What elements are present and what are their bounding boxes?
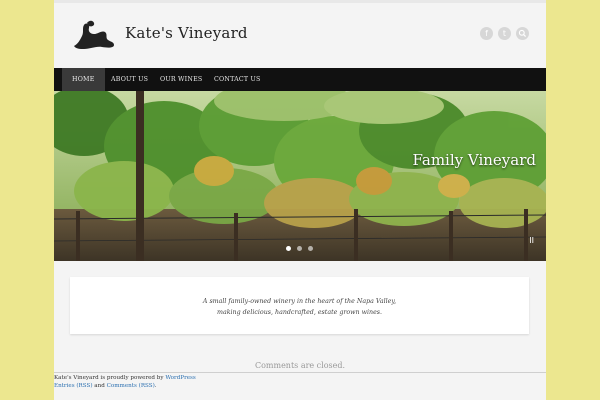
slide-dot-3[interactable] (308, 246, 313, 251)
slide-caption: Family Vineyard (412, 151, 537, 169)
facebook-icon[interactable]: f (480, 27, 493, 40)
footer-line-1: Kate's Vineyard is proudly powered by Wo… (54, 374, 196, 382)
pause-icon[interactable]: II (529, 236, 534, 245)
comments-closed-text: Comments are closed. (254, 361, 346, 370)
nav-home[interactable]: HOME (62, 68, 105, 91)
site-footer: Kate's Vineyard is proudly powered by Wo… (54, 374, 196, 390)
slide-dot-2[interactable] (297, 246, 302, 251)
vineyard-photo (54, 91, 546, 261)
site-logo[interactable] (72, 18, 116, 52)
intro-line-1: A small family-owned winery in the heart… (202, 298, 397, 305)
entries-rss-link[interactable]: Entries (RSS) (54, 383, 93, 389)
slide-dot-1[interactable] (286, 246, 291, 251)
reclining-figure-icon (74, 20, 114, 49)
wordpress-link[interactable]: WordPress (165, 375, 195, 381)
intro-box: A small family-owned winery in the heart… (70, 277, 529, 334)
page-container: Kate's Vineyard f t HOME ABOUT US OUR WI… (54, 0, 546, 400)
footer-line-2: Entries (RSS) and Comments (RSS). (54, 382, 196, 390)
and-text: and (92, 383, 107, 389)
powered-by-text: Kate's Vineyard is proudly powered by (54, 375, 166, 381)
period-text: . (154, 383, 157, 389)
site-title[interactable]: Kate's Vineyard (125, 24, 248, 42)
hero-slider[interactable]: Family Vineyard II (54, 91, 546, 261)
intro-line-2: making delicious, handcrafted, estate gr… (216, 309, 383, 316)
main-nav: HOME ABOUT US OUR WINES CONTACT US (54, 68, 546, 91)
nav-contact-us[interactable]: CONTACT US (204, 68, 271, 91)
twitter-icon[interactable]: t (498, 27, 511, 40)
comments-rss-link[interactable]: Comments (RSS) (107, 383, 155, 389)
footer-divider (54, 372, 546, 373)
search-icon[interactable] (516, 27, 529, 40)
top-strip (54, 0, 546, 3)
